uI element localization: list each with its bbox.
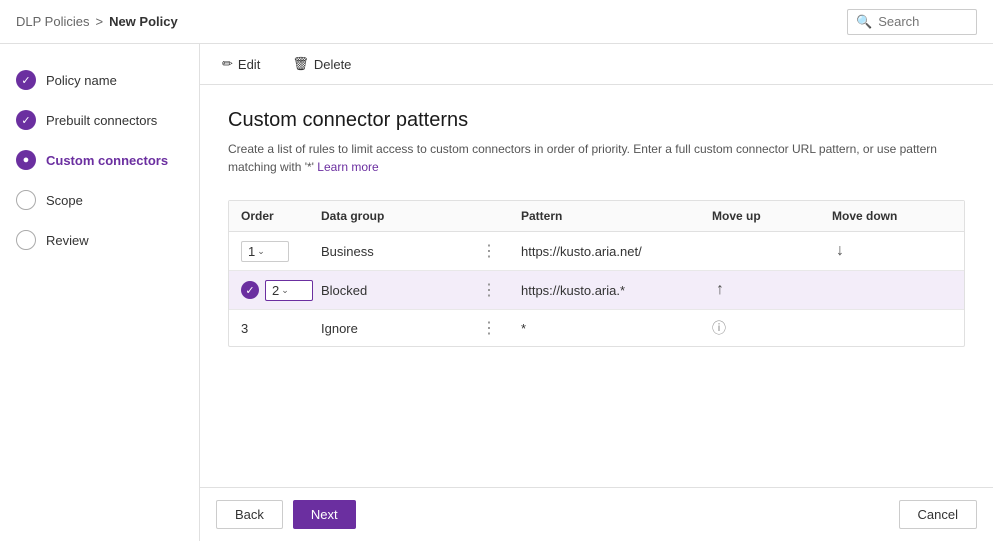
row1-order[interactable]: 1 ⌄ (241, 241, 321, 262)
chevron-down-icon: ⌄ (281, 285, 289, 296)
row2-move-up[interactable]: ↑ (712, 279, 832, 301)
sidebar-item-prebuilt-connectors[interactable]: ✓ Prebuilt connectors (0, 100, 199, 140)
row3-order-value: 3 (241, 321, 248, 336)
row2-move-up-button[interactable]: ↑ (712, 279, 728, 301)
scope-icon (16, 190, 36, 210)
row3-info: ⓘ (712, 318, 832, 338)
delete-icon: 🗑 (292, 56, 309, 72)
header-dots (481, 209, 521, 223)
header-order: Order (241, 209, 321, 223)
row2-check-icon: ✓ (241, 281, 259, 299)
info-icon: ⓘ (712, 320, 726, 336)
breadcrumb: DLP Policies > New Policy (16, 14, 178, 29)
sidebar-label-policy-name: Policy name (46, 73, 117, 88)
connector-table: Order Data group Pattern Move up Move do… (228, 200, 965, 347)
main-layout: ✓ Policy name ✓ Prebuilt connectors ● Cu… (0, 44, 993, 541)
footer: Back Next Cancel (200, 487, 993, 541)
table-row[interactable]: 1 ⌄ Business ⋮ https://kusto.aria.net/ ↓ (229, 232, 964, 271)
row1-data-group: Business (321, 244, 481, 259)
sidebar-item-custom-connectors[interactable]: ● Custom connectors (0, 140, 199, 180)
breadcrumb-parent[interactable]: DLP Policies (16, 14, 89, 29)
breadcrumb-separator: > (95, 14, 103, 29)
sidebar-item-review[interactable]: Review (0, 220, 199, 260)
page-title: Custom connector patterns (228, 109, 965, 132)
row1-context-menu[interactable]: ⋮ (481, 241, 521, 261)
table-header: Order Data group Pattern Move up Move do… (229, 201, 964, 232)
row1-order-value: 1 (248, 244, 255, 259)
sidebar: ✓ Policy name ✓ Prebuilt connectors ● Cu… (0, 44, 200, 541)
page-description: Create a list of rules to limit access t… (228, 140, 965, 176)
sidebar-label-prebuilt-connectors: Prebuilt connectors (46, 113, 157, 128)
row3-pattern: * (521, 321, 712, 336)
breadcrumb-current: New Policy (109, 14, 178, 29)
row3-data-group: Ignore (321, 321, 481, 336)
policy-name-icon: ✓ (16, 70, 36, 90)
back-button[interactable]: Back (216, 500, 283, 529)
toolbar: ✏ Edit 🗑 Delete (200, 44, 993, 85)
row2-pattern: https://kusto.aria.* (521, 283, 712, 298)
sidebar-label-review: Review (46, 233, 89, 248)
learn-more-link[interactable]: Learn more (317, 160, 378, 174)
edit-button[interactable]: ✏ Edit (216, 52, 266, 76)
search-box[interactable]: 🔍 (847, 9, 977, 35)
edit-icon: ✏ (222, 56, 233, 72)
delete-button[interactable]: 🗑 Delete (286, 52, 357, 76)
row1-move-down[interactable]: ↓ (832, 240, 952, 262)
row2-data-group: Blocked (321, 283, 481, 298)
search-icon: 🔍 (856, 14, 872, 30)
header-move-up: Move up (712, 209, 832, 223)
header-pattern: Pattern (521, 209, 712, 223)
content-area: Custom connector patterns Create a list … (200, 85, 993, 487)
search-input[interactable] (878, 14, 968, 29)
header-data-group: Data group (321, 209, 481, 223)
top-bar: DLP Policies > New Policy 🔍 (0, 0, 993, 44)
prebuilt-connectors-icon: ✓ (16, 110, 36, 130)
table-row[interactable]: 3 Ignore ⋮ * ⓘ (229, 310, 964, 346)
footer-left: Back Next (216, 500, 356, 529)
row1-move-down-button[interactable]: ↓ (832, 240, 848, 262)
review-icon (16, 230, 36, 250)
table-row[interactable]: ✓ 2 ⌄ Blocked ⋮ https://kusto.aria.* ↑ (229, 271, 964, 310)
custom-connectors-icon: ● (16, 150, 36, 170)
header-move-down: Move down (832, 209, 952, 223)
sidebar-label-scope: Scope (46, 193, 83, 208)
sidebar-label-custom-connectors: Custom connectors (46, 153, 168, 168)
row2-order-value: 2 (272, 283, 279, 298)
row3-order: 3 (241, 321, 321, 336)
row1-pattern: https://kusto.aria.net/ (521, 244, 712, 259)
next-button[interactable]: Next (293, 500, 356, 529)
sidebar-item-policy-name[interactable]: ✓ Policy name (0, 60, 199, 100)
row3-context-menu[interactable]: ⋮ (481, 318, 521, 338)
delete-label: Delete (314, 57, 352, 72)
cancel-button[interactable]: Cancel (899, 500, 977, 529)
chevron-down-icon: ⌄ (257, 246, 265, 257)
sidebar-item-scope[interactable]: Scope (0, 180, 199, 220)
row2-order-cell: ✓ 2 ⌄ (241, 280, 321, 301)
row2-context-menu[interactable]: ⋮ (481, 280, 521, 300)
edit-label: Edit (238, 57, 260, 72)
